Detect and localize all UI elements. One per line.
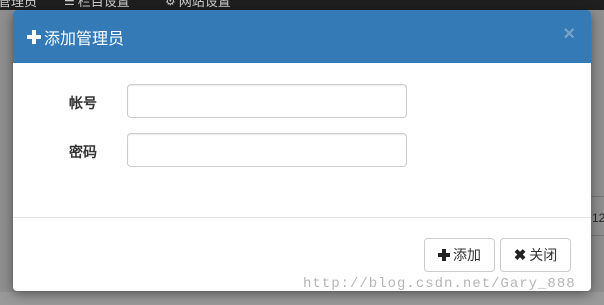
close-icon[interactable]: × <box>563 24 575 44</box>
password-input[interactable] <box>127 133 407 167</box>
close-button[interactable]: ✖ 关闭 <box>500 238 571 272</box>
add-admin-modal: 添加管理员 × 帐号 密码 添加 ✖ 关闭 <box>13 10 591 291</box>
modal-title-text: 添加管理员 <box>44 30 125 48</box>
gear-icon: ⚙ <box>165 0 176 8</box>
add-button-label: 添加 <box>453 247 481 263</box>
watermark: http://blog.csdn.net/Gary_888 <box>303 276 576 292</box>
password-row: 密码 <box>13 133 591 167</box>
account-label: 帐号 <box>69 95 97 111</box>
background-bottom <box>0 292 604 305</box>
background-navbar: 管理员 ☰ 栏目设置 ⚙ 网站设置 <box>0 0 604 10</box>
bg-nav-item-columns: ☰ 栏目设置 <box>64 0 130 10</box>
modal-header: 添加管理员 × <box>13 10 591 63</box>
bg-nav-item-admin: 管理员 <box>0 0 38 9</box>
bg-nav-item-site-settings: ⚙ 网站设置 <box>165 0 231 10</box>
plus-icon <box>27 29 41 44</box>
list-icon: ☰ <box>64 0 75 8</box>
modal-body: 帐号 密码 <box>13 63 591 217</box>
add-button[interactable]: 添加 <box>424 238 495 272</box>
password-label: 密码 <box>69 144 97 160</box>
times-icon: ✖ <box>513 247 527 264</box>
modal-title: 添加管理员 <box>27 25 124 49</box>
plus-icon <box>438 249 450 261</box>
account-row: 帐号 <box>13 84 591 118</box>
bg-table-cell: 12 <box>592 211 604 225</box>
close-button-label: 关闭 <box>529 247 558 263</box>
account-input[interactable] <box>127 84 407 118</box>
